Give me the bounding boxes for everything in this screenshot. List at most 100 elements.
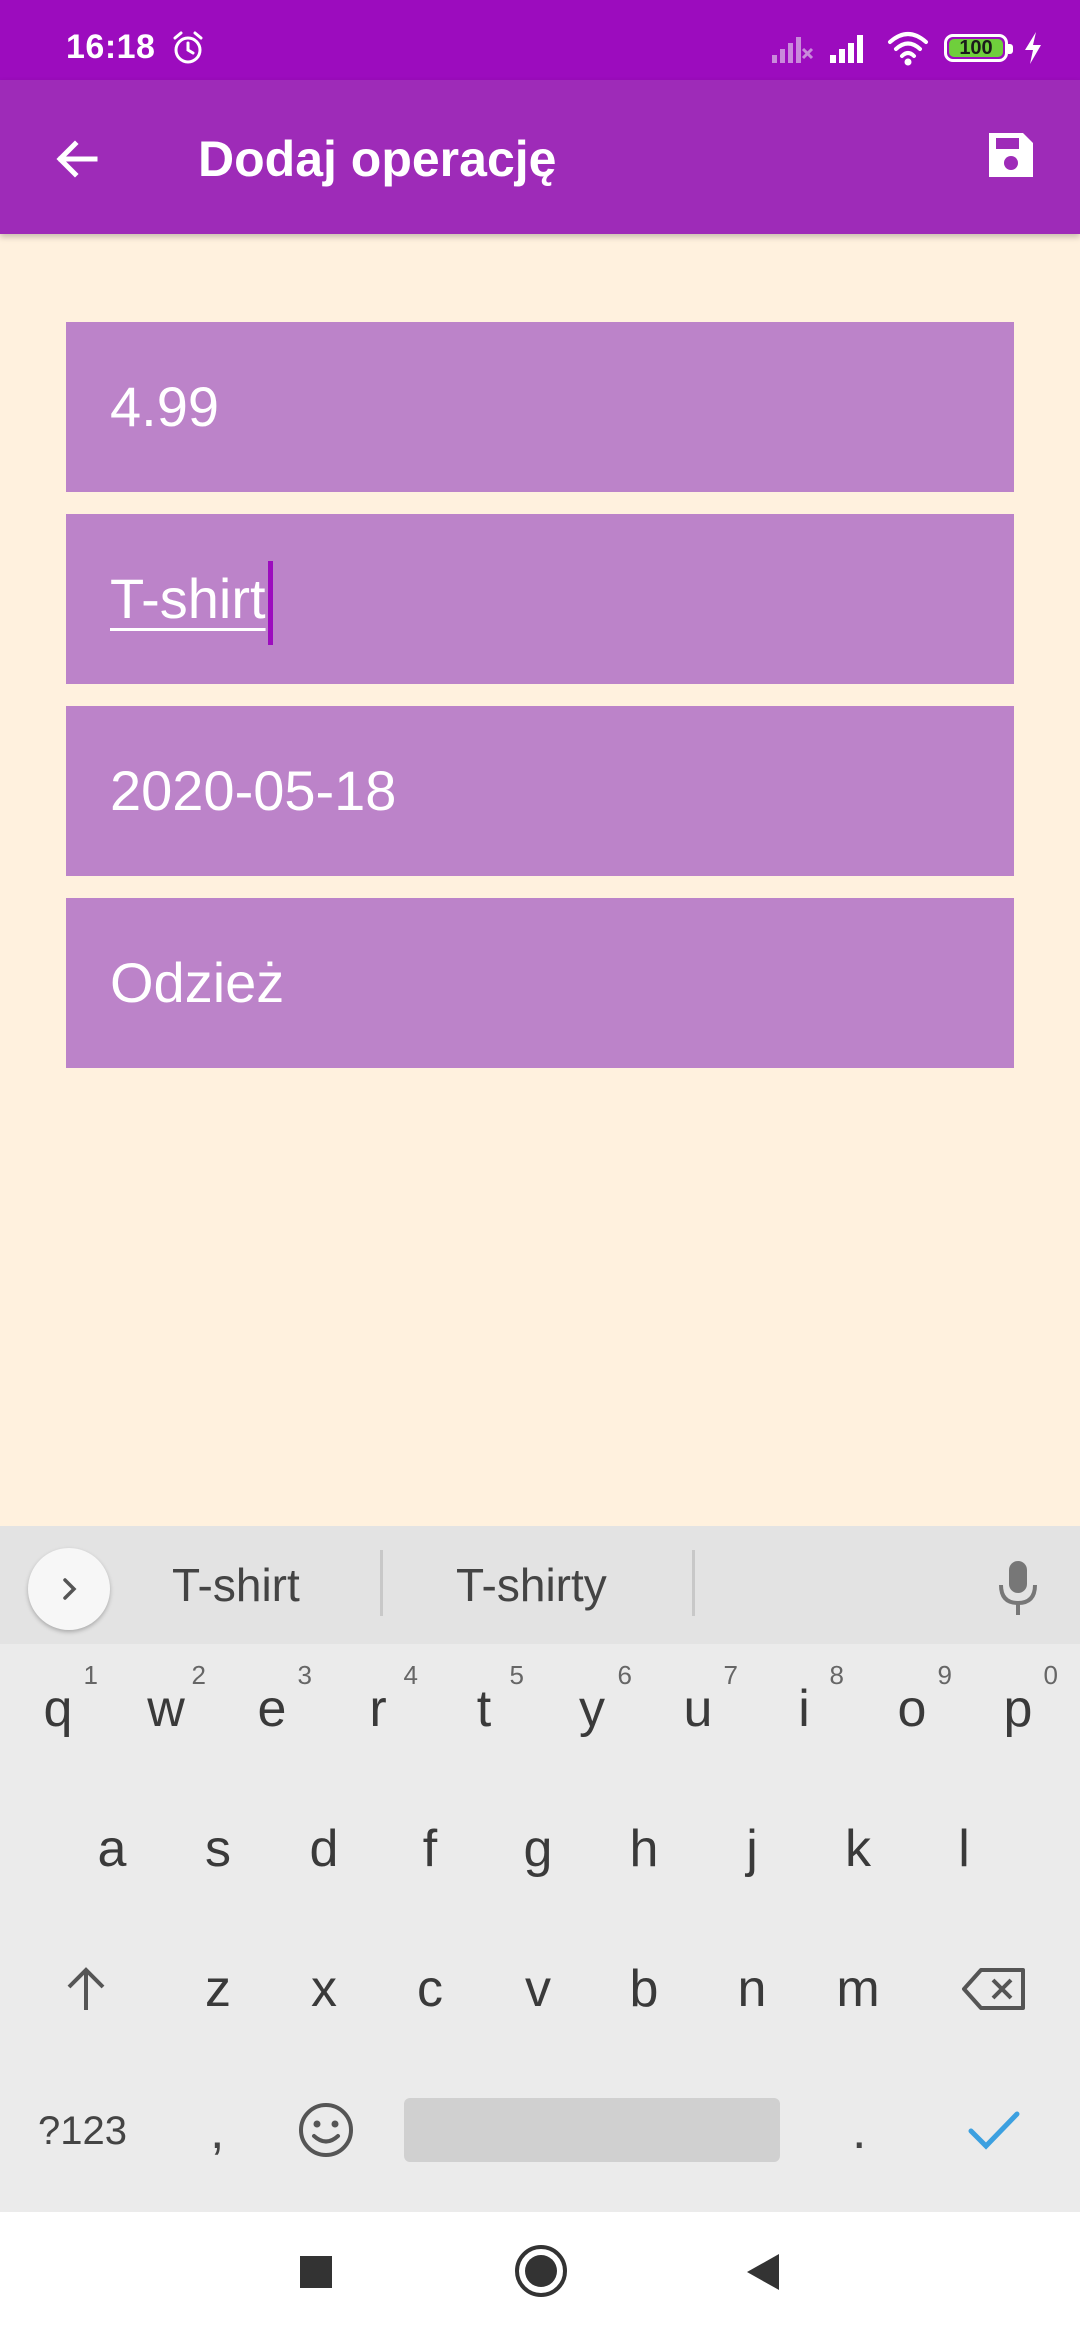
signal-icon — [830, 35, 863, 63]
page-title: Dodaj operację — [198, 131, 557, 187]
suggestion-1[interactable]: T-shirt — [172, 1526, 300, 1644]
navigation-bar — [0, 2212, 1080, 2340]
charging-icon — [1025, 32, 1041, 64]
enter-key[interactable] — [958, 2088, 1030, 2172]
symbols-key[interactable]: ?123 — [38, 2094, 127, 2168]
emoji-key[interactable] — [290, 2088, 362, 2172]
save-icon — [989, 133, 1033, 177]
suggestion-2[interactable]: T-shirty — [456, 1526, 607, 1644]
key-label: e — [257, 1680, 287, 1738]
home-button[interactable] — [508, 2238, 574, 2304]
status-icons: 100 — [770, 26, 1044, 70]
key-f[interactable]: f — [380, 1784, 480, 1914]
amount-field[interactable]: 4.99 — [66, 322, 1014, 492]
key-s[interactable]: s — [168, 1784, 268, 1914]
wifi-icon — [888, 32, 928, 66]
text-caret — [267, 561, 273, 646]
key-q[interactable]: q1 — [8, 1644, 108, 1774]
home-icon — [515, 2245, 567, 2297]
key-m[interactable]: m — [808, 1924, 908, 2054]
checkmark-icon — [968, 2111, 1020, 2150]
key-label: y — [579, 1680, 605, 1738]
key-l[interactable]: l — [914, 1784, 1014, 1914]
suggestion-divider — [380, 1550, 383, 1616]
key-hint: 8 — [829, 1660, 844, 1690]
key-x[interactable]: x — [274, 1924, 374, 2054]
expand-suggestions-button[interactable] — [28, 1548, 110, 1630]
key-z[interactable]: z — [168, 1924, 268, 2054]
shift-icon — [67, 1967, 105, 2010]
key-label: w — [147, 1680, 185, 1738]
key-hint: 3 — [297, 1660, 312, 1690]
status-bar: 16:18 100 — [0, 0, 1080, 80]
battery-level: 100 — [959, 36, 993, 59]
chevron-right-icon — [63, 1578, 77, 1600]
backspace-key[interactable] — [944, 1924, 1044, 2054]
key-n[interactable]: n — [702, 1924, 802, 2054]
key-hint: 7 — [723, 1660, 738, 1690]
arrow-left-icon — [56, 140, 98, 178]
category-field[interactable]: Odzież — [66, 898, 1014, 1068]
key-v[interactable]: v — [488, 1924, 588, 2054]
key-u[interactable]: u7 — [648, 1644, 748, 1774]
back-nav-button[interactable] — [732, 2242, 792, 2302]
key-t[interactable]: t5 — [434, 1644, 534, 1774]
key-c[interactable]: c — [380, 1924, 480, 2054]
key-hint: 0 — [1043, 1660, 1058, 1690]
no-signal-icon — [772, 37, 814, 63]
key-g[interactable]: g — [488, 1784, 588, 1914]
key-label: q — [43, 1680, 73, 1738]
key-label: i — [798, 1680, 810, 1738]
key-i[interactable]: i8 — [754, 1644, 854, 1774]
key-k[interactable]: k — [808, 1784, 908, 1914]
suggestion-bar: T-shirt T-shirty — [0, 1526, 1080, 1644]
mic-button[interactable] — [978, 1548, 1058, 1628]
shift-key[interactable] — [36, 1924, 136, 2054]
status-time: 16:18 — [66, 28, 156, 66]
name-value-wrapper: T-shirt — [110, 514, 273, 684]
app-bar: Dodaj operację — [0, 80, 1080, 234]
key-a[interactable]: a — [62, 1784, 162, 1914]
key-hint: 6 — [617, 1660, 632, 1690]
key-hint: 9 — [937, 1660, 952, 1690]
key-d[interactable]: d — [274, 1784, 374, 1914]
key-label: o — [897, 1680, 927, 1738]
key-p[interactable]: p0 — [968, 1644, 1068, 1774]
key-w[interactable]: w2 — [116, 1644, 216, 1774]
comma-key[interactable]: , — [210, 2086, 224, 2176]
key-label: r — [369, 1680, 387, 1738]
key-b[interactable]: b — [594, 1924, 694, 2054]
period-key[interactable]: . — [852, 2086, 866, 2176]
battery-icon: 100 — [944, 34, 1013, 62]
microphone-icon — [999, 1561, 1037, 1615]
amount-value: 4.99 — [110, 375, 219, 438]
back-icon — [747, 2254, 779, 2290]
keyboard: T-shirt T-shirty q1 w2 e3 r4 t5 y6 u7 i8… — [0, 1526, 1080, 2212]
key-label: t — [476, 1680, 492, 1738]
recents-button[interactable] — [286, 2242, 346, 2302]
category-value: Odzież — [110, 951, 285, 1014]
key-o[interactable]: o9 — [862, 1644, 962, 1774]
key-hint: 1 — [83, 1660, 98, 1690]
recents-icon — [300, 2256, 332, 2288]
back-button[interactable] — [38, 120, 116, 198]
key-y[interactable]: y6 — [542, 1644, 642, 1774]
name-value: T-shirt — [110, 567, 266, 630]
save-button[interactable] — [972, 116, 1050, 194]
date-field[interactable]: 2020-05-18 — [66, 706, 1014, 876]
key-j[interactable]: j — [702, 1784, 802, 1914]
name-field[interactable]: T-shirt — [66, 514, 1014, 684]
key-label: u — [683, 1680, 713, 1738]
key-label: p — [1003, 1680, 1033, 1738]
emoji-icon — [299, 2103, 353, 2157]
date-value: 2020-05-18 — [110, 759, 397, 822]
key-e[interactable]: e3 — [222, 1644, 322, 1774]
key-hint: 2 — [191, 1660, 206, 1690]
space-key[interactable] — [404, 2098, 780, 2162]
key-r[interactable]: r4 — [328, 1644, 428, 1774]
key-hint: 5 — [509, 1660, 524, 1690]
backspace-icon — [962, 1968, 1025, 2010]
key-h[interactable]: h — [594, 1784, 694, 1914]
key-hint: 4 — [403, 1660, 418, 1690]
alarm-icon — [173, 31, 203, 64]
